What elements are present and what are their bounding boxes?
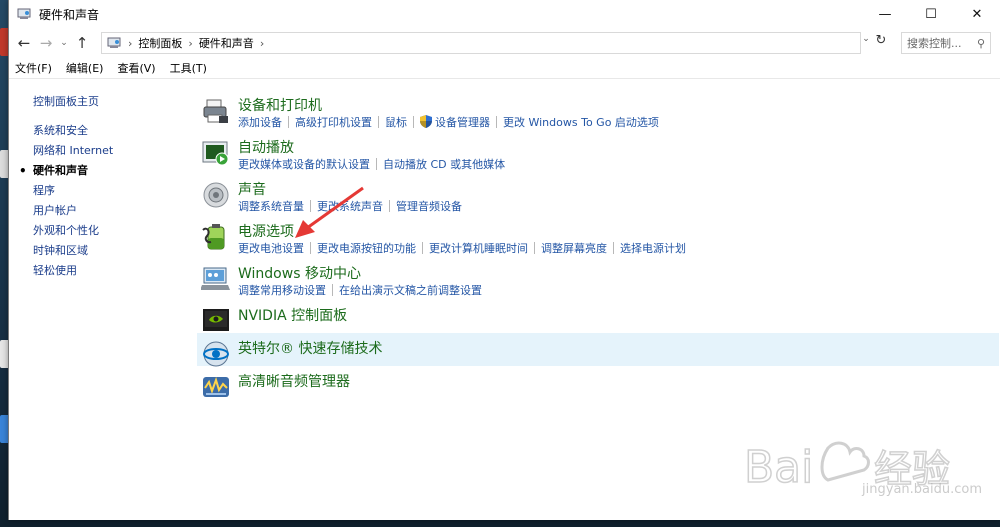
link-advanced-printer-setup[interactable]: 高级打印机设置 <box>289 114 378 130</box>
maximize-button[interactable]: ☐ <box>908 0 954 28</box>
link-mouse[interactable]: 鼠标 <box>379 114 413 130</box>
control-panel-icon <box>107 37 121 48</box>
section-title[interactable]: 高清晰音频管理器 <box>238 371 350 391</box>
nav-ease-of-access[interactable]: 轻松使用 <box>33 261 183 281</box>
address-dropdown-icon[interactable]: ⌄ <box>859 34 873 44</box>
speaker-icon <box>203 182 229 208</box>
menu-bar: 文件(F) 编辑(E) 查看(V) 工具(T) <box>9 58 1000 78</box>
link-choose-power-plan[interactable]: 选择电源计划 <box>614 240 692 256</box>
section-devices-printers: 设备和打印机 添加设备 高级打印机设置 鼠标 设备管理器 更改 Windows … <box>197 90 999 132</box>
watermark-url: jingyan.baidu.com <box>862 482 982 497</box>
nav-appearance[interactable]: 外观和个性化 <box>33 221 183 241</box>
audio-manager-icon <box>203 376 229 397</box>
control-panel-icon <box>17 8 31 19</box>
link-add-device[interactable]: 添加设备 <box>238 114 288 130</box>
breadcrumb-hardware-sound[interactable]: 硬件和声音 <box>199 35 254 51</box>
menu-view[interactable]: 查看(V) <box>117 60 155 76</box>
menu-tools[interactable]: 工具(T) <box>170 60 207 76</box>
left-navigation: 控制面板主页 系统和安全 网络和 Internet • 硬件和声音 程序 用户帐… <box>19 92 183 281</box>
section-hd-audio-manager: 高清晰音频管理器 <box>197 366 999 399</box>
menu-edit[interactable]: 编辑(E) <box>66 60 104 76</box>
section-title[interactable]: 英特尔® 快速存储技术 <box>238 338 382 358</box>
svg-text:Bai: Bai <box>744 442 813 493</box>
minimize-button[interactable]: — <box>862 0 908 28</box>
uac-shield-icon <box>420 115 432 128</box>
nav-control-panel-home[interactable]: 控制面板主页 <box>33 92 183 112</box>
close-button[interactable]: ✕ <box>954 0 1000 28</box>
nav-programs[interactable]: 程序 <box>33 181 183 201</box>
recent-locations-icon[interactable]: ⌄ <box>57 38 71 48</box>
desktop: 硬件和声音 — ☐ ✕ ← → ⌄ ↑ › 控制面板 › 硬件和声音 › ⌄ ↻… <box>0 0 1000 527</box>
section-title[interactable]: 自动播放 <box>238 137 294 157</box>
section-links: 更改媒体或设备的默认设置 自动播放 CD 或其他媒体 <box>238 156 511 172</box>
section-title[interactable]: Windows 移动中心 <box>238 263 361 283</box>
nvidia-icon <box>203 309 229 331</box>
address-bar[interactable]: › 控制面板 › 硬件和声音 › <box>101 32 861 54</box>
section-title[interactable]: NVIDIA 控制面板 <box>238 305 347 325</box>
printer-icon <box>203 99 228 123</box>
control-panel-window: 硬件和声音 — ☐ ✕ ← → ⌄ ↑ › 控制面板 › 硬件和声音 › ⌄ ↻… <box>8 0 1000 520</box>
navigation-bar: ← → ⌄ ↑ › 控制面板 › 硬件和声音 › ⌄ ↻ 搜索控制... ⚲ <box>9 28 1000 58</box>
link-windows-to-go[interactable]: 更改 Windows To Go 启动选项 <box>497 114 665 130</box>
mobility-center-icon <box>201 267 230 290</box>
section-title[interactable]: 设备和打印机 <box>238 95 322 115</box>
battery-icon <box>202 224 225 250</box>
section-title[interactable]: 声音 <box>238 179 266 199</box>
refresh-icon[interactable]: ↻ <box>873 33 889 51</box>
nav-clock-region[interactable]: 时钟和区域 <box>33 241 183 261</box>
nav-user-accounts[interactable]: 用户帐户 <box>33 201 183 221</box>
link-presentation-settings[interactable]: 在给出演示文稿之前调整设置 <box>333 282 488 298</box>
nav-hardware-sound[interactable]: • 硬件和声音 <box>19 161 183 181</box>
link-change-default-media[interactable]: 更改媒体或设备的默认设置 <box>238 156 376 172</box>
link-device-manager[interactable]: 设备管理器 <box>414 114 496 130</box>
section-autoplay: 自动播放 更改媒体或设备的默认设置 自动播放 CD 或其他媒体 <box>197 132 999 174</box>
section-mobility-center: Windows 移动中心 调整常用移动设置 在给出演示文稿之前调整设置 <box>197 258 999 300</box>
title-bar[interactable]: 硬件和声音 — ☐ ✕ <box>9 0 1000 28</box>
intel-rst-icon <box>203 341 229 367</box>
autoplay-icon <box>202 141 229 166</box>
nav-network-internet[interactable]: 网络和 Internet <box>33 141 183 161</box>
section-links: 添加设备 高级打印机设置 鼠标 设备管理器 更改 Windows To Go 启… <box>238 114 665 130</box>
breadcrumb-control-panel[interactable]: 控制面板 <box>138 35 182 51</box>
up-icon[interactable]: ↑ <box>71 34 93 52</box>
search-input[interactable]: 搜索控制... ⚲ <box>901 32 991 54</box>
current-bullet: • <box>19 164 27 178</box>
search-placeholder: 搜索控制... <box>907 37 962 50</box>
baidu-watermark-logo: Bai 经验 <box>743 441 951 494</box>
search-icon[interactable]: ⚲ <box>977 37 985 50</box>
link-common-mobility-settings[interactable]: 调整常用移动设置 <box>238 282 332 298</box>
annotation-arrow <box>295 186 364 238</box>
breadcrumb-separator[interactable]: › <box>260 37 264 50</box>
breadcrumb-separator[interactable]: › <box>128 37 132 50</box>
back-icon[interactable]: ← <box>13 34 35 52</box>
link-manage-audio-devices[interactable]: 管理音频设备 <box>390 198 468 214</box>
breadcrumb-separator[interactable]: › <box>188 37 192 50</box>
section-nvidia: NVIDIA 控制面板 <box>197 300 999 333</box>
nav-hardware-sound-label: 硬件和声音 <box>33 164 88 177</box>
section-links: 调整常用移动设置 在给出演示文稿之前调整设置 <box>238 282 488 298</box>
section-intel-rst: 英特尔® 快速存储技术 <box>197 333 999 367</box>
link-device-manager-label: 设备管理器 <box>435 116 490 129</box>
forward-icon[interactable]: → <box>35 34 57 52</box>
menu-file[interactable]: 文件(F) <box>15 60 52 76</box>
nav-system-security[interactable]: 系统和安全 <box>33 121 183 141</box>
category-list: 设备和打印机 添加设备 高级打印机设置 鼠标 设备管理器 更改 Windows … <box>197 90 999 399</box>
window-title: 硬件和声音 <box>39 7 100 22</box>
link-screen-brightness[interactable]: 调整屏幕亮度 <box>535 240 613 256</box>
link-autoplay-cd[interactable]: 自动播放 CD 或其他媒体 <box>377 156 511 172</box>
divider <box>9 78 1000 79</box>
link-sleep-time[interactable]: 更改计算机睡眠时间 <box>423 240 534 256</box>
section-title[interactable]: 电源选项 <box>238 221 294 241</box>
